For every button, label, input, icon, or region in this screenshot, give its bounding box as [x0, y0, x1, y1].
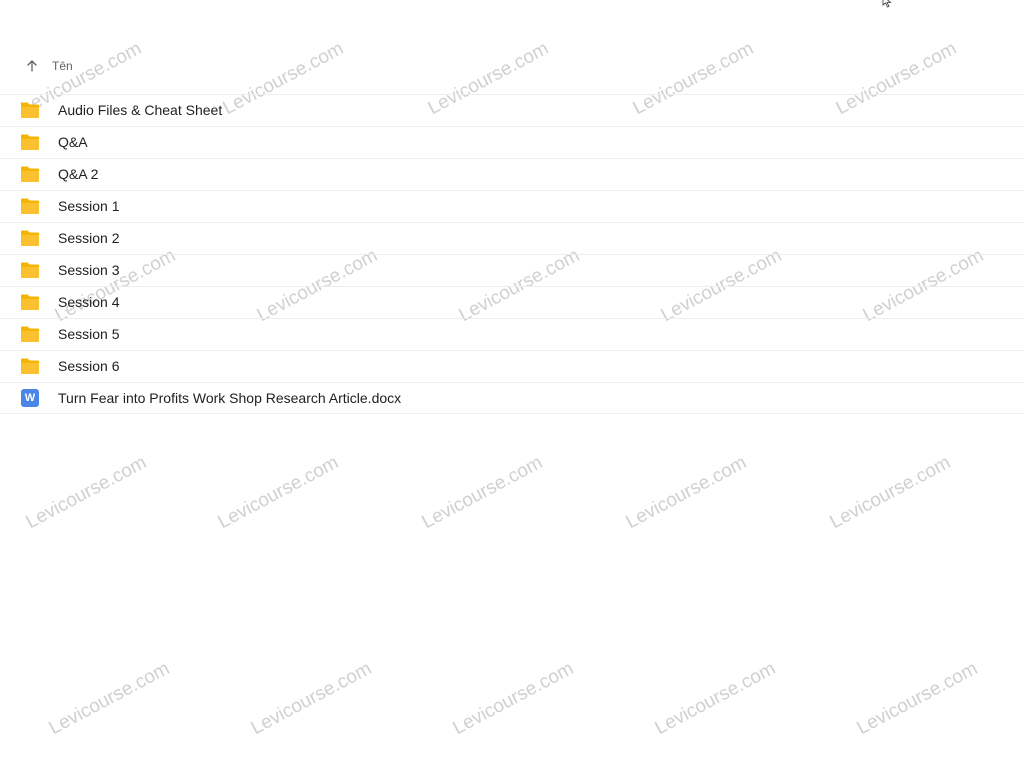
watermark: Levicourse.com: [247, 658, 376, 740]
watermark: Levicourse.com: [826, 452, 955, 534]
column-header: Tên: [0, 52, 1024, 80]
watermark: Levicourse.com: [651, 658, 780, 740]
file-name: Session 2: [58, 230, 120, 246]
folder-icon: [21, 262, 39, 278]
watermark: Levicourse.com: [622, 452, 751, 534]
file-name: Turn Fear into Profits Work Shop Researc…: [58, 390, 402, 406]
file-name: Session 4: [58, 294, 120, 310]
folder-row[interactable]: Session 3: [0, 254, 1024, 286]
file-name: Session 6: [58, 358, 120, 374]
folder-icon: [21, 134, 39, 150]
folder-icon: [21, 230, 39, 246]
file-name: Session 5: [58, 326, 120, 342]
word-doc-icon: W: [21, 389, 39, 407]
watermark: Levicourse.com: [449, 658, 578, 740]
file-name: Q&A: [58, 134, 88, 150]
file-name: Audio Files & Cheat Sheet: [58, 102, 223, 118]
folder-icon: [21, 166, 39, 182]
watermark: Levicourse.com: [22, 452, 151, 534]
folder-row[interactable]: Session 4: [0, 286, 1024, 318]
watermark: Levicourse.com: [418, 452, 547, 534]
watermark: Levicourse.com: [45, 658, 174, 740]
file-name: Session 3: [58, 262, 120, 278]
folder-row[interactable]: Session 5: [0, 318, 1024, 350]
folder-row[interactable]: Q&A: [0, 126, 1024, 158]
file-name: Session 1: [58, 198, 120, 214]
folder-icon: [21, 198, 39, 214]
mouse-cursor-icon: [882, 0, 892, 8]
sort-ascending-arrow-icon[interactable]: [25, 59, 39, 73]
file-name: Q&A 2: [58, 166, 99, 182]
folder-icon: [21, 358, 39, 374]
folder-icon: [21, 326, 39, 342]
name-column-header[interactable]: Tên: [52, 59, 73, 73]
folder-row[interactable]: Session 2: [0, 222, 1024, 254]
folder-row[interactable]: Audio Files & Cheat Sheet: [0, 94, 1024, 126]
folder-icon: [21, 294, 39, 310]
watermark: Levicourse.com: [214, 452, 343, 534]
file-browser: Levicourse.com Levicourse.com Levicourse…: [0, 0, 1024, 768]
folder-icon: [21, 102, 39, 118]
document-row[interactable]: W Turn Fear into Profits Work Shop Resea…: [0, 382, 1024, 414]
file-list: Audio Files & Cheat Sheet Q&A Q&A 2 Sess…: [0, 94, 1024, 414]
folder-row[interactable]: Session 6: [0, 350, 1024, 382]
watermark: Levicourse.com: [853, 658, 982, 740]
folder-row[interactable]: Q&A 2: [0, 158, 1024, 190]
folder-row[interactable]: Session 1: [0, 190, 1024, 222]
